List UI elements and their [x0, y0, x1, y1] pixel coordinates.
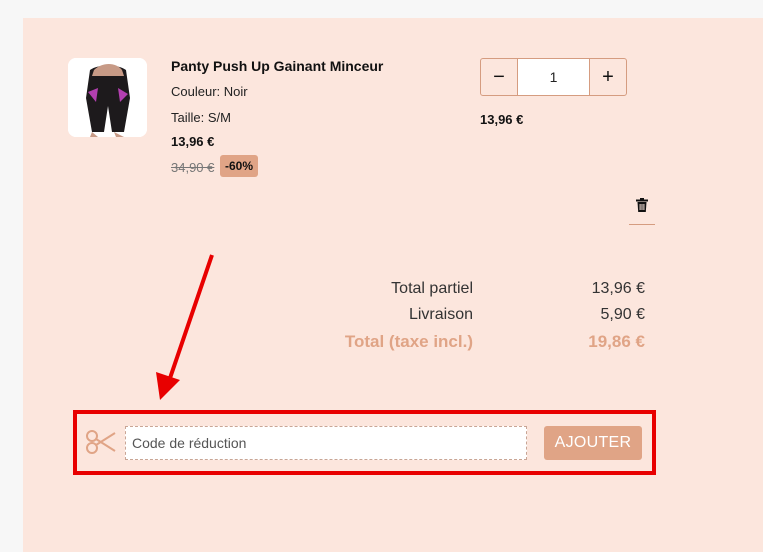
red-arrow [156, 254, 214, 400]
red-arrow-head [156, 372, 180, 400]
red-arrow-shaft [166, 254, 214, 385]
